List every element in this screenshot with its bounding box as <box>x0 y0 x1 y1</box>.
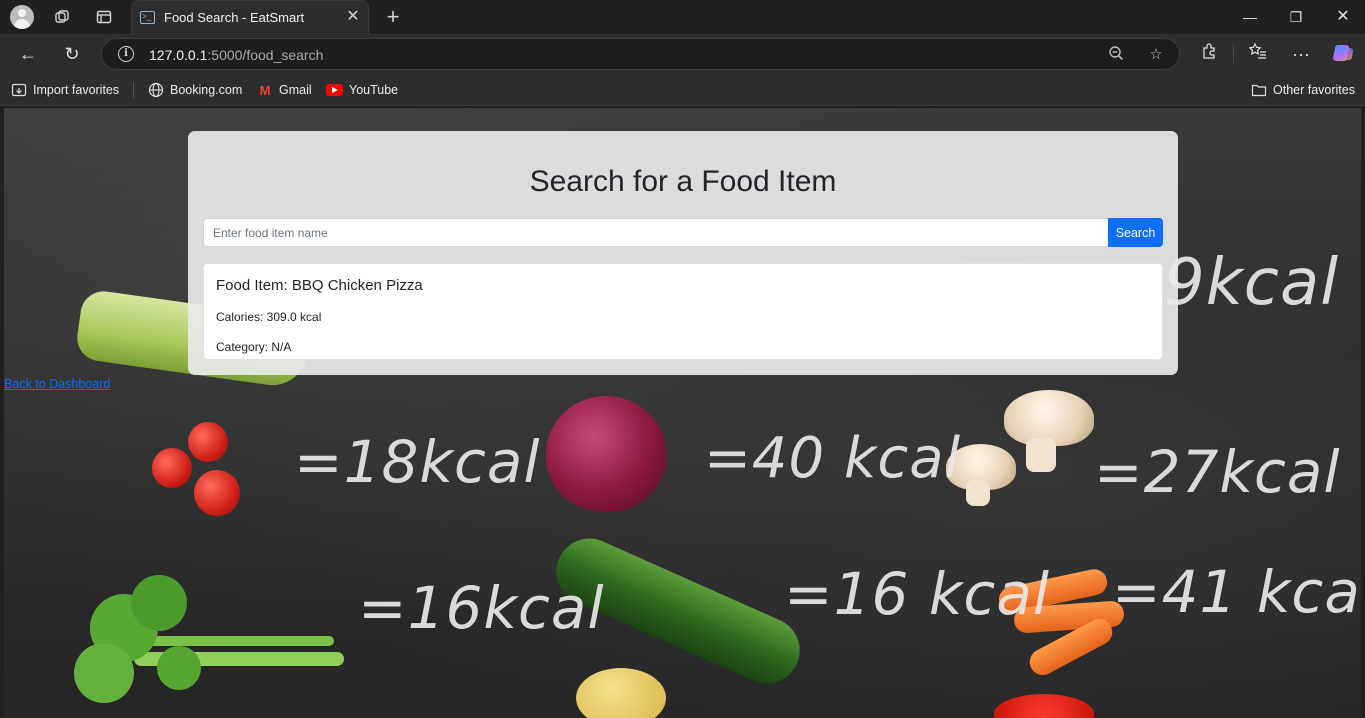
new-tab-plus-icon[interactable]: + <box>381 4 405 29</box>
search-button[interactable]: Search <box>1108 218 1163 247</box>
bookmark-youtube[interactable]: YouTube <box>326 81 398 99</box>
bookmark-label: Import favorites <box>33 83 120 97</box>
food-search-input[interactable] <box>203 218 1108 247</box>
bookmark-import-favorites[interactable]: Import favorites <box>11 81 119 99</box>
potato-image <box>576 668 666 718</box>
page-viewport: 9kcal =18kcal =40 kcal =27kcal =16kcal =… <box>4 108 1361 718</box>
food-search-card: Search for a Food Item Search Food Item:… <box>188 131 1178 375</box>
folder-icon <box>1251 82 1267 98</box>
other-favorites-label: Other favorites <box>1273 83 1355 97</box>
back-arrow-icon[interactable]: ← <box>16 42 40 66</box>
address-bar[interactable]: i 127.0.0.1:5000/food_search ☆ <box>101 38 1180 70</box>
mushroom-stem-image <box>966 480 990 506</box>
tab-strip: >_ Food Search - EatSmart ✕ + — ❐ ✕ <box>0 0 1365 34</box>
minimize-icon[interactable]: — <box>1238 6 1262 28</box>
category-text: Category: N/A <box>216 340 292 354</box>
mushroom-stem-image <box>1026 438 1056 472</box>
bookmark-separator <box>133 82 134 98</box>
navigation-bar: ← ↻ i 127.0.0.1:5000/food_search ☆ ··· <box>0 34 1365 74</box>
restore-icon[interactable]: ❐ <box>1284 6 1308 28</box>
search-form: Search <box>203 218 1163 247</box>
favorite-star-icon[interactable]: ☆ <box>1146 45 1166 65</box>
calories-text: Calories: 309.0 kcal <box>216 310 322 324</box>
tomato-image <box>152 448 192 488</box>
onion-image <box>546 396 666 512</box>
close-tab-icon[interactable]: ✕ <box>344 8 362 26</box>
chalk-label: 9kcal <box>1164 246 1339 320</box>
tab-title: Food Search - EatSmart <box>164 10 305 25</box>
site-info-icon[interactable]: i <box>118 46 134 62</box>
food-item-title: Food Item: BBQ Chicken Pizza <box>216 277 423 294</box>
chalk-label: =16kcal <box>358 574 605 642</box>
food-result-card: Food Item: BBQ Chicken Pizza Calories: 3… <box>203 263 1163 360</box>
bookmark-label: Gmail <box>279 83 312 97</box>
bookmark-label: YouTube <box>349 83 399 97</box>
other-favorites-folder[interactable]: Other favorites <box>1251 81 1355 99</box>
more-options-icon[interactable]: ··· <box>1289 42 1313 66</box>
gmail-icon: M <box>259 82 271 98</box>
active-tab[interactable]: >_ Food Search - EatSmart ✕ <box>131 0 369 34</box>
toolbar-divider <box>1233 45 1234 63</box>
zoom-out-icon[interactable] <box>1106 45 1126 65</box>
favorites-list-icon[interactable] <box>1246 42 1270 66</box>
chalk-label: =16 kcal <box>784 560 1050 628</box>
url-host: 127.0.0.1 <box>149 47 208 63</box>
refresh-icon[interactable]: ↻ <box>60 42 84 66</box>
terminal-favicon-icon: >_ <box>140 11 155 24</box>
chalk-label: =27kcal <box>1094 438 1341 506</box>
bookmark-label: Booking.com <box>170 83 243 97</box>
import-icon <box>11 82 27 98</box>
copilot-icon[interactable] <box>1331 42 1355 66</box>
close-window-icon[interactable]: ✕ <box>1331 6 1355 28</box>
favorites-bar: Import favorites Booking.com M Gmail You… <box>0 74 1365 106</box>
page-title: Search for a Food Item <box>529 165 837 198</box>
workspaces-icon[interactable] <box>50 6 74 28</box>
tomato-image <box>194 470 240 516</box>
back-to-dashboard-link[interactable]: Back to Dashboard <box>4 377 110 391</box>
pepper-image <box>994 694 1094 718</box>
celery-image <box>74 575 344 703</box>
url-path: :5000/food_search <box>207 47 324 63</box>
chalk-label: =41 kcal <box>1112 558 1361 626</box>
extensions-icon[interactable] <box>1197 42 1221 66</box>
bookmark-booking[interactable]: Booking.com <box>148 81 242 99</box>
youtube-icon <box>326 84 343 96</box>
bookmark-gmail[interactable]: M Gmail <box>257 81 312 99</box>
globe-icon <box>148 82 164 98</box>
tomato-image <box>188 422 228 462</box>
chalk-label: =40 kcal <box>704 426 962 491</box>
profile-avatar-icon[interactable] <box>10 5 34 29</box>
chalk-label: =18kcal <box>294 428 541 496</box>
vertical-tabs-icon[interactable] <box>92 6 116 28</box>
url-text[interactable]: 127.0.0.1:5000/food_search <box>149 47 323 63</box>
